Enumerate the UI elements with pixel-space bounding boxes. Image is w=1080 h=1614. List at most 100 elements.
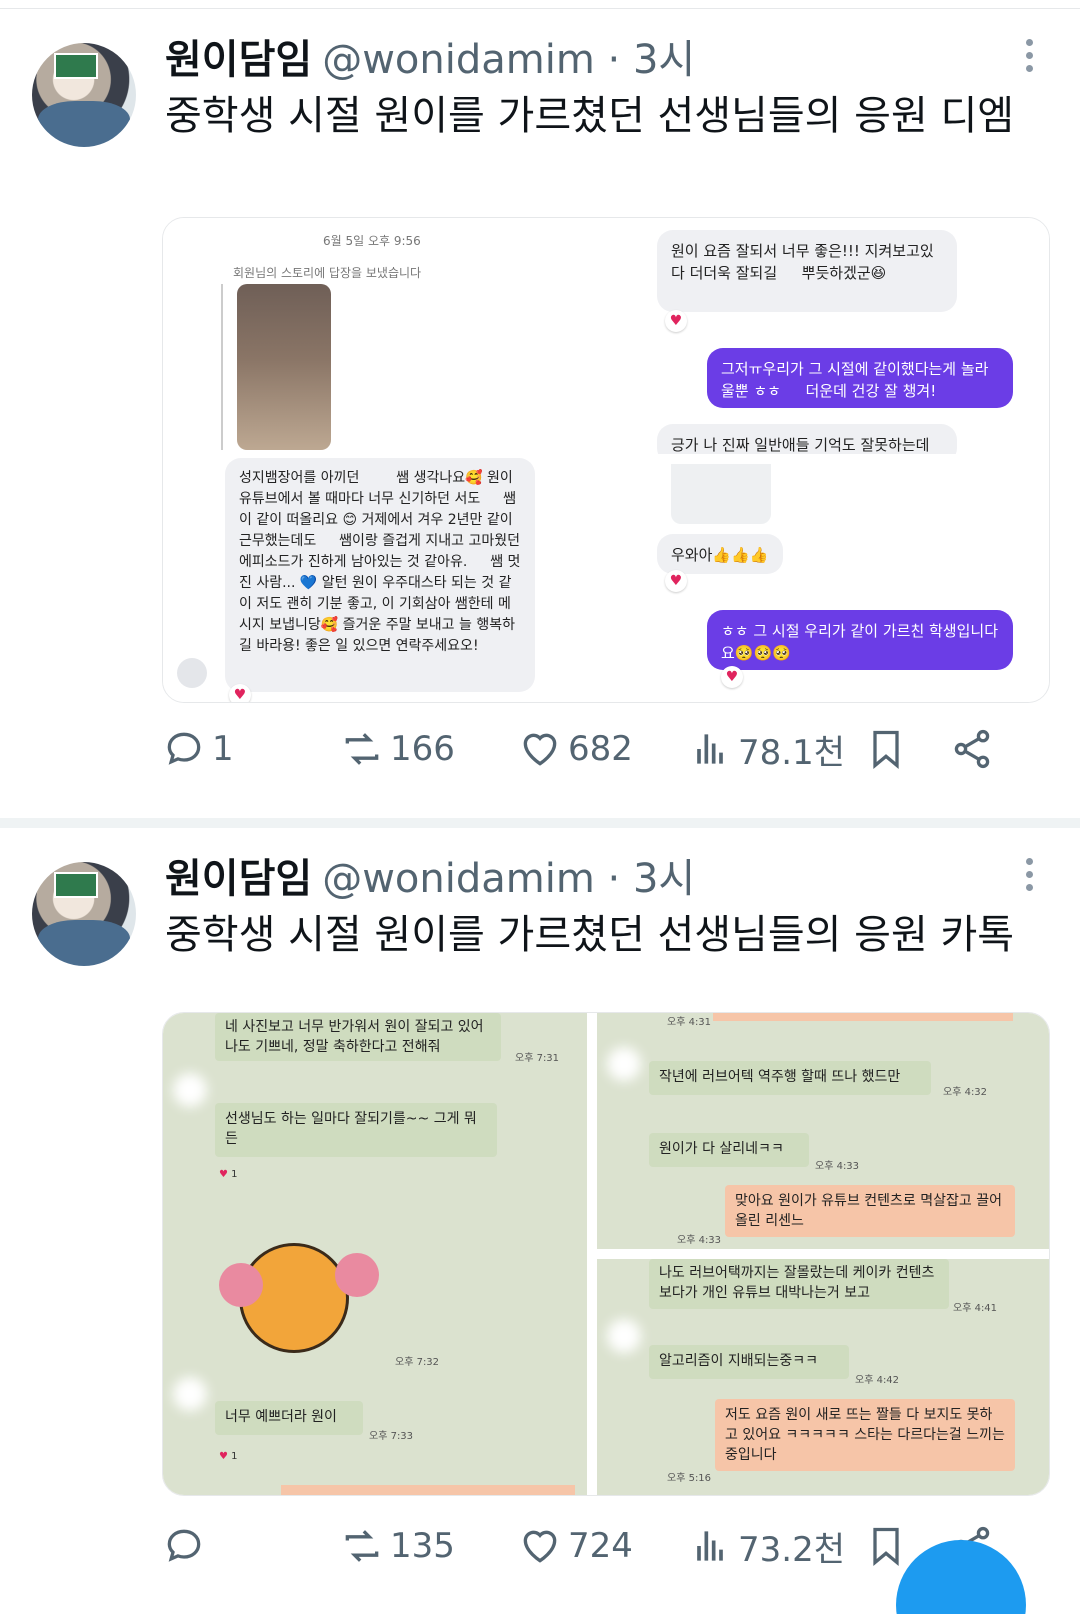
heart-reaction-icon: ♥ bbox=[229, 684, 251, 702]
like-count: 682 bbox=[568, 729, 633, 769]
dm-message-1: 우와아👍👍👍 bbox=[657, 534, 783, 574]
reply-button[interactable]: 1 bbox=[162, 721, 234, 777]
kakao-message-1: 작년에 러브어텍 역주행 할때 뜨나 했드만 bbox=[649, 1061, 931, 1095]
kakao-message-3: 맞아요 원이가 유튜브 컨텐츠로 멱살잡고 끌어올린 리센느 bbox=[725, 1185, 1015, 1237]
bookmark-button[interactable] bbox=[864, 721, 914, 777]
author-name[interactable]: 원이담임 bbox=[165, 856, 312, 902]
view-count: 78.1천 bbox=[738, 732, 845, 773]
dm-message-2: ㅎㅎ 그 시절 우리가 같이 가르친 학생입니다요🥺🥺🥺 bbox=[707, 610, 1013, 670]
kakao-time-2: 오후 4:33 bbox=[815, 1161, 860, 1172]
tweet-text: 중학생 시절 원이를 가르쳤던 선생님들의 응원 디엠 bbox=[165, 93, 1015, 139]
author-name[interactable]: 원이담임 bbox=[165, 37, 312, 83]
dm-date: 6월 5일 오후 9:56 bbox=[323, 234, 421, 248]
dm-message-3: 긍가 나 진짜 일반애들 기억도 잘못하는데 bbox=[657, 424, 957, 454]
kakao-cutoff-bubble bbox=[281, 1485, 575, 1495]
kakao-reaction-2: ♥ 1 bbox=[219, 1451, 238, 1462]
shared-screenshot-thumbnail bbox=[671, 464, 771, 524]
kakao-time-1: 오후 4:32 bbox=[943, 1087, 988, 1098]
kakao-time-1: 오후 7:31 bbox=[515, 1053, 560, 1064]
tweet-2[interactable]: 원이담임 @wonidamim · 3시 중학생 시절 원이를 가르쳤던 선생님들… bbox=[0, 818, 1080, 1614]
reply-icon bbox=[167, 1529, 201, 1562]
avatar-sign bbox=[54, 53, 98, 79]
kakao-time-3: 오후 5:16 bbox=[667, 1473, 712, 1484]
more-options-icon[interactable] bbox=[1024, 858, 1034, 898]
tweet-media-grid[interactable]: 6월 5일 오후 9:56 회원님의 스토리에 답장을 보냈습니다 성지뱀장어를… bbox=[162, 217, 1050, 703]
story-thumbnail bbox=[237, 284, 331, 450]
author-avatar[interactable] bbox=[32, 43, 136, 147]
dm-message-2: 그저ㅠ우리가 그 시절에 같이했다는게 놀라울뿐 ㅎㅎ 더운데 건강 잘 챙겨! bbox=[707, 348, 1013, 408]
like-count: 724 bbox=[568, 1526, 633, 1566]
kakao-message-2: 원이가 다 살리네ㅋㅋ bbox=[649, 1133, 809, 1167]
tweet-actions: 1 166 682 78.1천 bbox=[162, 721, 1042, 777]
kakao-time-2: 오후 7:32 bbox=[395, 1357, 440, 1368]
kakao-cutoff-bubble bbox=[713, 1013, 1013, 1021]
avatar-figure bbox=[38, 101, 130, 147]
kakao-time-1: 오후 4:41 bbox=[953, 1303, 998, 1314]
heart-reaction-icon: ♥ bbox=[665, 570, 687, 592]
media-image-3[interactable]: 우와아👍👍👍 ♥ ㅎㅎ 그 시절 우리가 같이 가르친 학생입니다요🥺🥺🥺 ♥ bbox=[597, 464, 1049, 702]
view-count: 73.2천 bbox=[738, 1529, 845, 1570]
dm-message: 성지뱀장어를 아끼던 쌤 생각나요🥰 원이 유튜브에서 볼 때마다 너무 신기하… bbox=[225, 458, 535, 692]
media-image-3[interactable]: 나도 러브어택까지는 잘몰랐는데 케이카 컨텐츠 보다가 개인 유튜브 대박나는… bbox=[597, 1259, 1049, 1495]
kakao-reaction-1: ♥ 1 bbox=[219, 1169, 238, 1180]
bookmark-button[interactable] bbox=[864, 1518, 914, 1574]
heart-reaction-icon: ♥ bbox=[665, 310, 687, 332]
blurred-avatar bbox=[173, 1073, 207, 1107]
views-button[interactable]: 73.2천 bbox=[688, 1518, 845, 1574]
repost-button[interactable]: 166 bbox=[340, 721, 455, 777]
dm-message-1: 원이 요즘 잘되서 너무 좋은!!! 지켜보고있다 더더욱 잘되길 뿌듯하겠군😆 bbox=[657, 230, 957, 312]
kakao-message-3: 저도 요즘 원이 새로 뜨는 짤들 다 보지도 못하고 있어요 ㅋㅋㅋㅋㅋ 스타… bbox=[715, 1399, 1015, 1471]
repost-icon bbox=[345, 1530, 379, 1562]
kakao-message-2: 알고리즘이 지배되는중ㅋㅋ bbox=[649, 1345, 849, 1379]
blurred-avatar bbox=[173, 1377, 207, 1411]
repost-count: 135 bbox=[390, 1526, 455, 1566]
blurred-avatar bbox=[607, 1319, 641, 1353]
share-button[interactable] bbox=[950, 721, 1000, 777]
dm-story-reply-label: 회원님의 스토리에 답장을 보냈습니다 bbox=[233, 266, 422, 280]
sender-avatar-icon bbox=[177, 658, 207, 688]
kakao-message-1: 네 사진보고 너무 반가워서 원이 잘되고 있어 나도 기쁘네, 정말 축하한다… bbox=[215, 1013, 501, 1061]
heart-icon bbox=[523, 1530, 557, 1563]
author-avatar[interactable] bbox=[32, 862, 136, 966]
kakao-time-3: 오후 7:33 bbox=[369, 1431, 414, 1442]
blurred-avatar bbox=[607, 1047, 641, 1081]
views-button[interactable]: 78.1천 bbox=[688, 721, 845, 777]
media-image-1[interactable]: 네 사진보고 너무 반가워서 원이 잘되고 있어 나도 기쁘네, 정말 축하한다… bbox=[163, 1013, 587, 1495]
author-handle-time[interactable]: @wonidamim · 3시 bbox=[322, 856, 695, 902]
kakao-emoticon-sticker bbox=[219, 1213, 389, 1363]
reply-count: 1 bbox=[212, 729, 234, 769]
reply-icon bbox=[167, 732, 201, 765]
story-reply-line bbox=[221, 284, 223, 450]
repost-count: 166 bbox=[390, 729, 455, 769]
like-button[interactable]: 682 bbox=[518, 721, 633, 777]
media-image-2[interactable]: 원이 요즘 잘되서 너무 좋은!!! 지켜보고있다 더더욱 잘되길 뿌듯하겠군😆… bbox=[597, 218, 1049, 454]
heart-icon bbox=[523, 733, 557, 766]
heart-reaction-icon: ♥ bbox=[721, 666, 743, 688]
views-icon bbox=[697, 734, 723, 764]
kakao-message-3: 너무 예쁘더라 원이 bbox=[215, 1401, 363, 1435]
media-image-2[interactable]: 오후 4:31 작년에 러브어텍 역주행 할때 뜨나 했드만 오후 4:32 원… bbox=[597, 1013, 1049, 1249]
tweet-media-grid[interactable]: 네 사진보고 너무 반가워서 원이 잘되고 있어 나도 기쁘네, 정말 축하한다… bbox=[162, 1012, 1050, 1496]
repost-icon bbox=[345, 733, 379, 765]
tweet-text: 중학생 시절 원이를 가르쳤던 선생님들의 응원 카톡 bbox=[165, 912, 1015, 958]
kakao-message-1: 나도 러브어택까지는 잘몰랐는데 케이카 컨텐츠 보다가 개인 유튜브 대박나는… bbox=[649, 1259, 949, 1309]
avatar-sign bbox=[54, 872, 98, 898]
kakao-message-2: 선생님도 하는 일마다 잘되기를~~ 그게 뭐든 bbox=[215, 1103, 497, 1157]
more-options-icon[interactable] bbox=[1024, 39, 1034, 79]
bookmark-icon bbox=[873, 1527, 899, 1567]
tweet-header: 원이담임 @wonidamim · 3시 bbox=[165, 27, 695, 87]
author-handle-time[interactable]: @wonidamim · 3시 bbox=[322, 37, 695, 83]
kakao-time-0: 오후 4:31 bbox=[667, 1017, 712, 1028]
bookmark-icon bbox=[873, 730, 899, 770]
share-icon bbox=[954, 729, 990, 769]
avatar-figure bbox=[38, 920, 130, 966]
repost-button[interactable]: 135 bbox=[340, 1518, 455, 1574]
tweet-header: 원이담임 @wonidamim · 3시 bbox=[165, 846, 695, 906]
reply-button[interactable] bbox=[162, 1518, 212, 1574]
kakao-time-2: 오후 4:42 bbox=[855, 1375, 900, 1386]
like-button[interactable]: 724 bbox=[518, 1518, 633, 1574]
kakao-time-3: 오후 4:33 bbox=[677, 1235, 722, 1246]
views-icon bbox=[697, 1531, 723, 1561]
media-image-1[interactable]: 6월 5일 오후 9:56 회원님의 스토리에 답장을 보냈습니다 성지뱀장어를… bbox=[163, 218, 587, 702]
tweet-1[interactable]: 원이담임 @wonidamim · 3시 중학생 시절 원이를 가르쳤던 선생님들… bbox=[0, 8, 1080, 818]
